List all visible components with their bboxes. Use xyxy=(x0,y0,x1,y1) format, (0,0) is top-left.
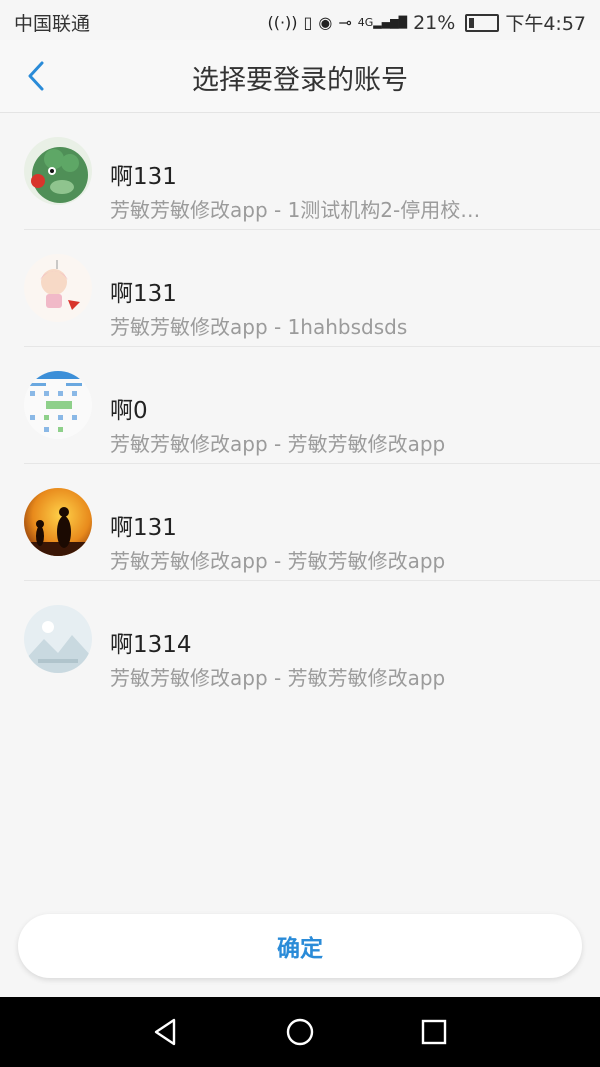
account-name: 啊131 xyxy=(110,281,177,307)
back-triangle-icon[interactable] xyxy=(150,1016,182,1048)
account-list: 啊131 芳敏芳敏修改app - 1测试机构2-停用校… 啊131 芳敏芳敏修改… xyxy=(0,113,600,697)
account-subtitle: 芳敏芳敏修改app - 1hahbsdsds xyxy=(110,315,408,339)
home-circle-icon[interactable] xyxy=(284,1016,316,1048)
battery-level xyxy=(469,17,475,28)
page-title: 选择要登录的账号 xyxy=(192,65,408,96)
app-screenshot-avatar xyxy=(24,371,92,439)
account-row[interactable]: 啊0 芳敏芳敏修改app - 芳敏芳敏修改app xyxy=(24,347,600,464)
account-subtitle: 芳敏芳敏修改app - 芳敏芳敏修改app xyxy=(110,549,446,573)
signal-icon: 4G▂▄▆█ xyxy=(357,15,408,29)
nav-bar: 选择要登录的账号 xyxy=(0,40,600,113)
nfc-icon: ((·)) xyxy=(267,13,298,32)
clock: 下午4:57 xyxy=(505,13,586,35)
vibrate-icon: ▯ xyxy=(303,13,313,32)
account-row[interactable]: 啊131 芳敏芳敏修改app - 1hahbsdsds xyxy=(24,230,600,347)
cartoon-girl-avatar xyxy=(24,254,92,322)
account-row[interactable]: 啊131 芳敏芳敏修改app - 芳敏芳敏修改app xyxy=(24,464,600,581)
account-name: 啊131 xyxy=(110,515,177,541)
battery-icon xyxy=(465,13,500,32)
recents-square-icon[interactable] xyxy=(418,1016,450,1048)
sunset-silhouette-avatar xyxy=(24,488,92,556)
green-dinosaur-avatar xyxy=(24,137,92,205)
account-name: 啊1314 xyxy=(110,632,192,658)
battery-percent: 21% xyxy=(413,11,456,34)
status-icons: ((·)) ▯ ◉ ⊸ 4G▂▄▆█ 21% 下午4:57 xyxy=(267,9,586,36)
key-icon: ⊸ xyxy=(338,13,352,32)
account-row[interactable]: 啊1314 芳敏芳敏修改app - 芳敏芳敏修改app xyxy=(24,581,600,697)
account-name: 啊0 xyxy=(110,398,148,424)
system-navigation-bar xyxy=(0,997,600,1067)
confirm-button[interactable]: 确定 xyxy=(18,914,582,978)
account-subtitle: 芳敏芳敏修改app - 芳敏芳敏修改app xyxy=(110,432,446,456)
account-row[interactable]: 啊131 芳敏芳敏修改app - 1测试机构2-停用校… xyxy=(24,113,600,230)
carrier-name: 中国联通 xyxy=(14,13,91,35)
eye-icon: ◉ xyxy=(318,13,333,32)
default-image-avatar xyxy=(24,605,92,673)
status-bar: 中国联通 ((·)) ▯ ◉ ⊸ 4G▂▄▆█ 21% 下午4:57 xyxy=(0,0,600,40)
account-subtitle: 芳敏芳敏修改app - 芳敏芳敏修改app xyxy=(110,666,446,690)
account-subtitle: 芳敏芳敏修改app - 1测试机构2-停用校… xyxy=(110,198,481,222)
account-name: 啊131 xyxy=(110,164,177,190)
